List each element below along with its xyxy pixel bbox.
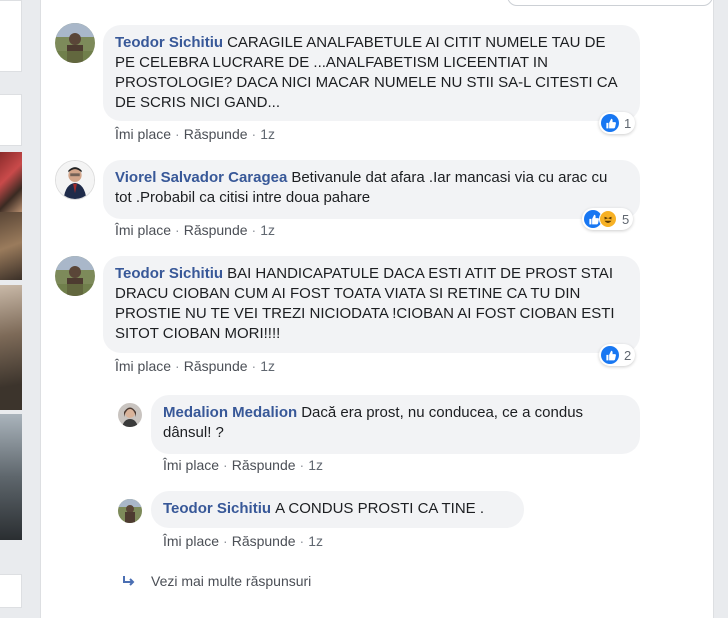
- right-gutter: [713, 0, 728, 608]
- comment-time[interactable]: 1z: [260, 222, 275, 238]
- reply-text: A CONDUS PROSTI CA TINE .: [275, 500, 484, 517]
- comment-actions: Îmi place · Răspunde · 1z: [115, 358, 275, 374]
- reply-link[interactable]: Răspunde: [184, 222, 248, 238]
- reply-arrow-icon: [121, 573, 137, 589]
- avatar[interactable]: [118, 499, 142, 523]
- left-feed-column: [0, 0, 22, 608]
- left-feed-card: [0, 94, 22, 146]
- comment-author[interactable]: Teodor Sichitiu: [115, 34, 223, 51]
- reaction-count: 2: [624, 347, 632, 363]
- avatar[interactable]: [55, 160, 95, 200]
- reply-bubble: Teodor Sichitiu A CONDUS PROSTI CA TINE .: [151, 491, 524, 528]
- reply-actions: Îmi place · Răspunde · 1z: [163, 533, 323, 549]
- comment-input[interactable]: [507, 0, 713, 6]
- reply-bubble: Medalion Medalion Dacă era prost, nu cond…: [151, 395, 640, 454]
- more-replies-label: Vezi mai multe răspunsuri: [151, 573, 312, 589]
- comment-time[interactable]: 1z: [260, 358, 275, 374]
- like-icon: [601, 114, 619, 132]
- reply-link[interactable]: Răspunde: [184, 358, 248, 374]
- reply-time[interactable]: 1z: [308, 457, 323, 473]
- comment-actions: Îmi place · Răspunde · 1z: [115, 126, 275, 142]
- reply-author[interactable]: Teodor Sichitiu: [163, 500, 271, 517]
- comment-author[interactable]: Teodor Sichitiu: [115, 265, 223, 282]
- more-replies-link[interactable]: Vezi mai multe răspunsuri: [121, 573, 311, 589]
- reaction-summary[interactable]: 5: [582, 208, 634, 230]
- left-feed-card: [0, 574, 22, 608]
- left-feed-photo[interactable]: [0, 414, 22, 540]
- reply-author[interactable]: Medalion Medalion: [163, 404, 297, 421]
- reaction-count: 5: [622, 211, 630, 227]
- reaction-count: 1: [624, 115, 632, 131]
- comment-time[interactable]: 1z: [260, 126, 275, 142]
- reply-link[interactable]: Răspunde: [184, 126, 248, 142]
- haha-icon: [599, 210, 617, 228]
- reaction-summary[interactable]: 2: [599, 344, 636, 366]
- comment-bubble: Teodor Sichitiu CARAGILE ANALFABETULE AI …: [103, 25, 640, 121]
- comment-actions: Îmi place · Răspunde · 1z: [115, 222, 275, 238]
- like-icon: [601, 346, 619, 364]
- like-link[interactable]: Îmi place: [115, 358, 171, 374]
- comment-bubble: Viorel Salvador Caragea Betivanule dat af…: [103, 160, 640, 219]
- avatar[interactable]: [118, 403, 142, 427]
- left-feed-photo[interactable]: [0, 152, 22, 212]
- left-feed-card: [0, 0, 22, 72]
- comment-bubble: Teodor Sichitiu BAI HANDICAPATULE DACA ES…: [103, 256, 640, 353]
- like-link[interactable]: Îmi place: [115, 126, 171, 142]
- comment-author[interactable]: Viorel Salvador Caragea: [115, 169, 287, 186]
- like-link[interactable]: Îmi place: [163, 533, 219, 549]
- left-feed-photo[interactable]: [0, 285, 22, 410]
- reaction-summary[interactable]: 1: [599, 112, 636, 134]
- left-feed-photo[interactable]: [0, 212, 22, 280]
- like-link[interactable]: Îmi place: [115, 222, 171, 238]
- avatar[interactable]: [55, 256, 95, 296]
- reply-actions: Îmi place · Răspunde · 1z: [163, 457, 323, 473]
- avatar[interactable]: [55, 23, 95, 63]
- reply-link[interactable]: Răspunde: [232, 533, 296, 549]
- reply-time[interactable]: 1z: [308, 533, 323, 549]
- reply-link[interactable]: Răspunde: [232, 457, 296, 473]
- like-link[interactable]: Îmi place: [163, 457, 219, 473]
